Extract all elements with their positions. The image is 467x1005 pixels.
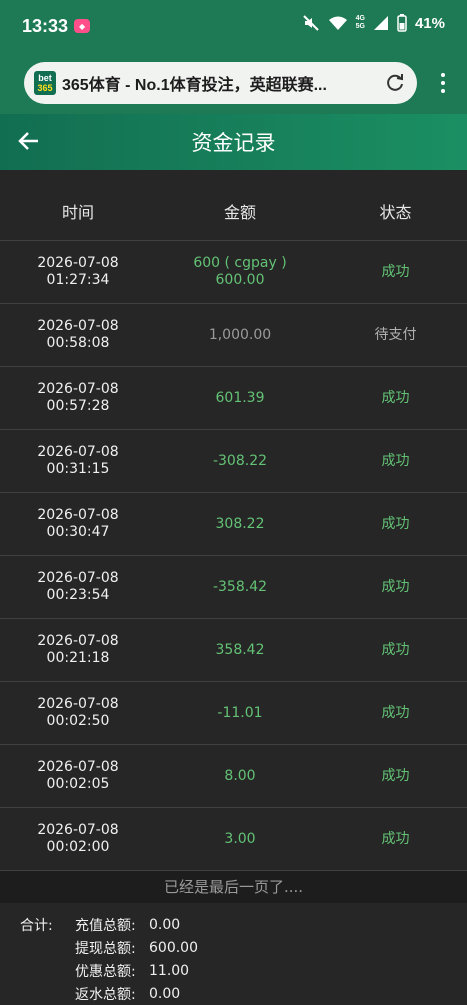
- summary-item-value: 0.00: [149, 916, 181, 933]
- summary-item-name: 返水总额:: [75, 986, 136, 1003]
- table-row: 2026-07-08 00:02:00 3.00 成功: [0, 807, 467, 870]
- screen-title: 资金记录: [191, 131, 276, 155]
- fund-records-table: 时间 金额 状态 2026-07-08 01:27:34 600 ( cgpay …: [0, 182, 467, 870]
- summary-item-name: 提现总额:: [75, 940, 136, 957]
- table-row: 2026-07-08 00:21:18 358.42 成功: [0, 618, 467, 682]
- end-of-list-note: 已经是最后一页了....: [0, 870, 467, 903]
- summary-item-value: 600.00: [149, 939, 198, 956]
- record-datetime: 2026-07-08 00:23:54: [0, 555, 156, 619]
- table-row: 2026-07-08 00:02:05 8.00 成功: [0, 744, 467, 808]
- site-favicon: bet 365: [34, 71, 56, 95]
- record-status: 成功: [324, 240, 467, 304]
- record-datetime: 2026-07-08 00:21:18: [0, 618, 156, 682]
- record-amount: 8.00: [156, 744, 324, 808]
- column-header-amount: 金额: [156, 182, 324, 241]
- table-header-row: 时间 金额 状态: [0, 182, 467, 241]
- clock: 13:33: [22, 15, 69, 36]
- summary-label: 合计:: [20, 917, 53, 934]
- record-datetime: 2026-07-08 00:58:08: [0, 303, 156, 367]
- record-status: 成功: [324, 492, 467, 556]
- record-datetime: 2026-07-08 00:57:28: [0, 366, 156, 430]
- record-status: 成功: [324, 618, 467, 682]
- reload-icon[interactable]: [383, 71, 407, 95]
- status-bar: 13:33 ◆ 4G 5G 41%: [0, 0, 467, 52]
- table-row: 2026-07-08 00:57:28 601.39 成功: [0, 366, 467, 430]
- record-datetime: 2026-07-08 00:02:05: [0, 744, 156, 808]
- summary-item-name: 充值总额:: [75, 917, 136, 934]
- summary-row: 合计: 充值总额: 0.00: [20, 913, 467, 936]
- browser-toolbar: bet 365 365体育 - No.1体育投注，英超联赛...: [0, 52, 467, 114]
- record-amount: 600 ( cgpay ) 600.00: [156, 240, 324, 304]
- record-datetime: 2026-07-08 00:02:00: [0, 807, 156, 870]
- record-amount: -358.42: [156, 555, 324, 619]
- summary-item-value: 0.00: [149, 985, 181, 1002]
- record-amount: 1,000.00: [156, 303, 324, 367]
- table-row: 2026-07-08 00:02:50 -11.01 成功: [0, 681, 467, 745]
- wifi-icon: [328, 16, 347, 30]
- table-row: 2026-07-08 00:30:47 308.22 成功: [0, 492, 467, 556]
- record-amount: -308.22: [156, 429, 324, 493]
- record-status: 成功: [324, 744, 467, 808]
- record-datetime: 2026-07-08 01:27:34: [0, 240, 156, 304]
- summary-panel: 合计: 充值总额: 0.00 提现总额: 600.00 优惠总额: 11.00 …: [0, 903, 467, 1005]
- battery-icon: [397, 14, 407, 32]
- record-amount: 3.00: [156, 807, 324, 870]
- record-status: 成功: [324, 681, 467, 745]
- table-row: 2026-07-08 00:31:15 -308.22 成功: [0, 429, 467, 493]
- summary-row: 返水总额: 0.00: [20, 982, 467, 1005]
- record-datetime: 2026-07-08 00:02:50: [0, 681, 156, 745]
- column-header-time: 时间: [0, 182, 156, 241]
- record-amount: 358.42: [156, 618, 324, 682]
- page-header: 资金记录: [0, 114, 467, 170]
- battery-level: 41%: [414, 14, 445, 32]
- back-arrow-icon[interactable]: [16, 128, 42, 154]
- record-status: 待支付: [324, 303, 467, 367]
- summary-row: 提现总额: 600.00: [20, 936, 467, 959]
- notification-icon: ◆: [74, 19, 91, 33]
- record-status: 成功: [324, 366, 467, 430]
- mute-icon: [302, 15, 319, 31]
- signal-icon: [373, 16, 388, 30]
- record-status: 成功: [324, 429, 467, 493]
- record-amount: 308.22: [156, 492, 324, 556]
- status-icons: 4G 5G 41%: [302, 14, 445, 32]
- record-status: 成功: [324, 807, 467, 870]
- table-row: 2026-07-08 01:27:34 600 ( cgpay ) 600.00 成…: [0, 240, 467, 304]
- record-status: 成功: [324, 555, 467, 619]
- page-title: 365体育 - No.1体育投注，英超联赛...: [62, 77, 327, 94]
- record-amount: -11.01: [156, 681, 324, 745]
- network-type: 4G 5G: [355, 15, 365, 30]
- column-header-status: 状态: [324, 182, 467, 241]
- address-bar[interactable]: bet 365 365体育 - No.1体育投注，英超联赛...: [24, 62, 417, 104]
- record-datetime: 2026-07-08 00:30:47: [0, 492, 156, 556]
- more-menu-icon[interactable]: [429, 73, 457, 93]
- summary-item-value: 11.00: [149, 962, 190, 979]
- record-datetime: 2026-07-08 00:31:15: [0, 429, 156, 493]
- table-row: 2026-07-08 00:23:54 -358.42 成功: [0, 555, 467, 619]
- summary-item-name: 优惠总额:: [75, 963, 136, 980]
- table-row: 2026-07-08 00:58:08 1,000.00 待支付: [0, 303, 467, 367]
- summary-row: 优惠总额: 11.00: [20, 959, 467, 982]
- record-amount: 601.39: [156, 366, 324, 430]
